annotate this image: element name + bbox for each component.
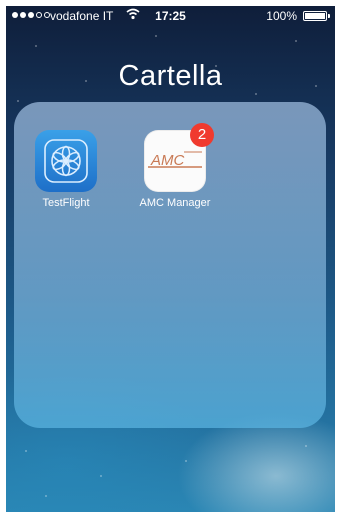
folder-title[interactable]: Cartella [6,60,335,93]
app-label-testflight: TestFlight [42,197,90,209]
folder-panel: TestFlight AMC 2 AMC Manager [14,102,326,428]
battery-tip [328,14,330,18]
amc-manager-icon[interactable]: AMC 2 [144,123,214,192]
battery-percentage: 100% [266,9,297,23]
app-testflight[interactable]: TestFlight [26,130,106,209]
home-screen: vodafone IT 17:25 100% Cartella TestFlig… [6,6,335,512]
battery-icon [303,11,327,21]
notification-badge: 2 [190,123,214,147]
status-bar: vodafone IT 17:25 100% [6,6,335,26]
app-amc-manager[interactable]: AMC 2 AMC Manager [135,123,215,209]
testflight-icon[interactable] [35,130,97,192]
app-label-amc-manager: AMC Manager [139,197,211,209]
